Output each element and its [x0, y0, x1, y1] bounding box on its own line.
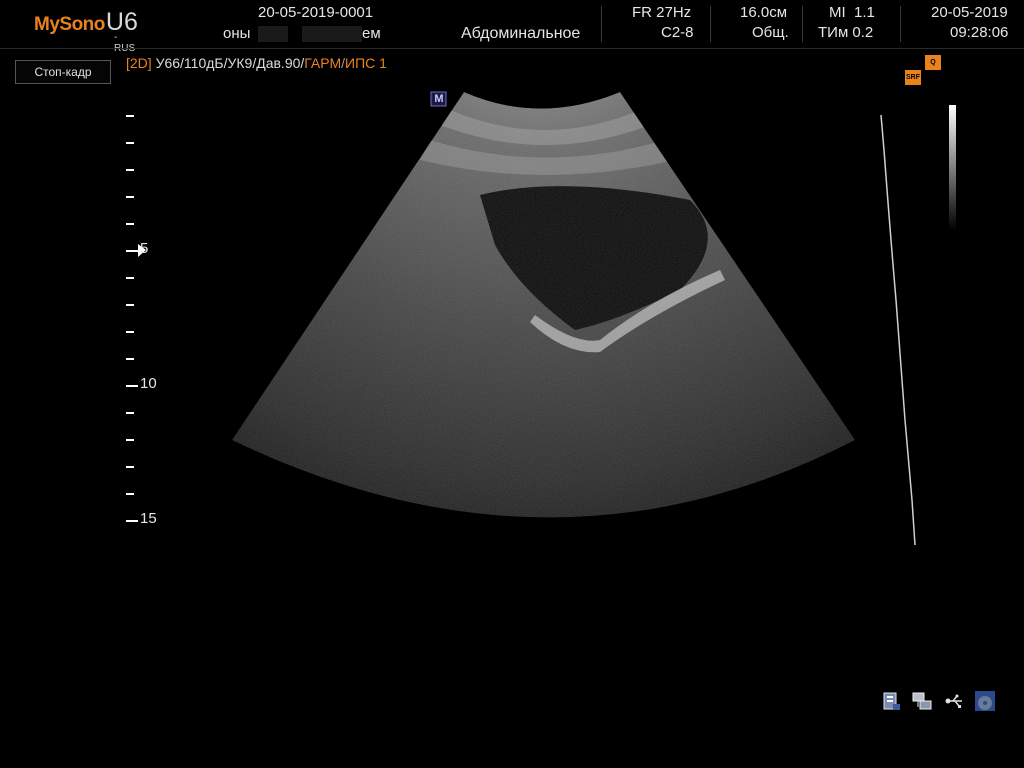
depth-label-5: 5 — [140, 240, 149, 257]
tgc-curve — [880, 114, 916, 546]
storage-icon[interactable] — [880, 690, 902, 712]
network-icon[interactable] — [911, 690, 933, 712]
probe-marker-label: M — [434, 93, 444, 105]
depth-label-10: 10 — [140, 375, 157, 392]
depth-label-15: 15 — [140, 510, 157, 527]
depth-scale — [126, 115, 138, 522]
disc-icon[interactable] — [974, 690, 996, 712]
status-icons — [880, 690, 1001, 717]
usb-icon[interactable] — [943, 690, 965, 712]
grayscale-bar — [949, 105, 956, 230]
